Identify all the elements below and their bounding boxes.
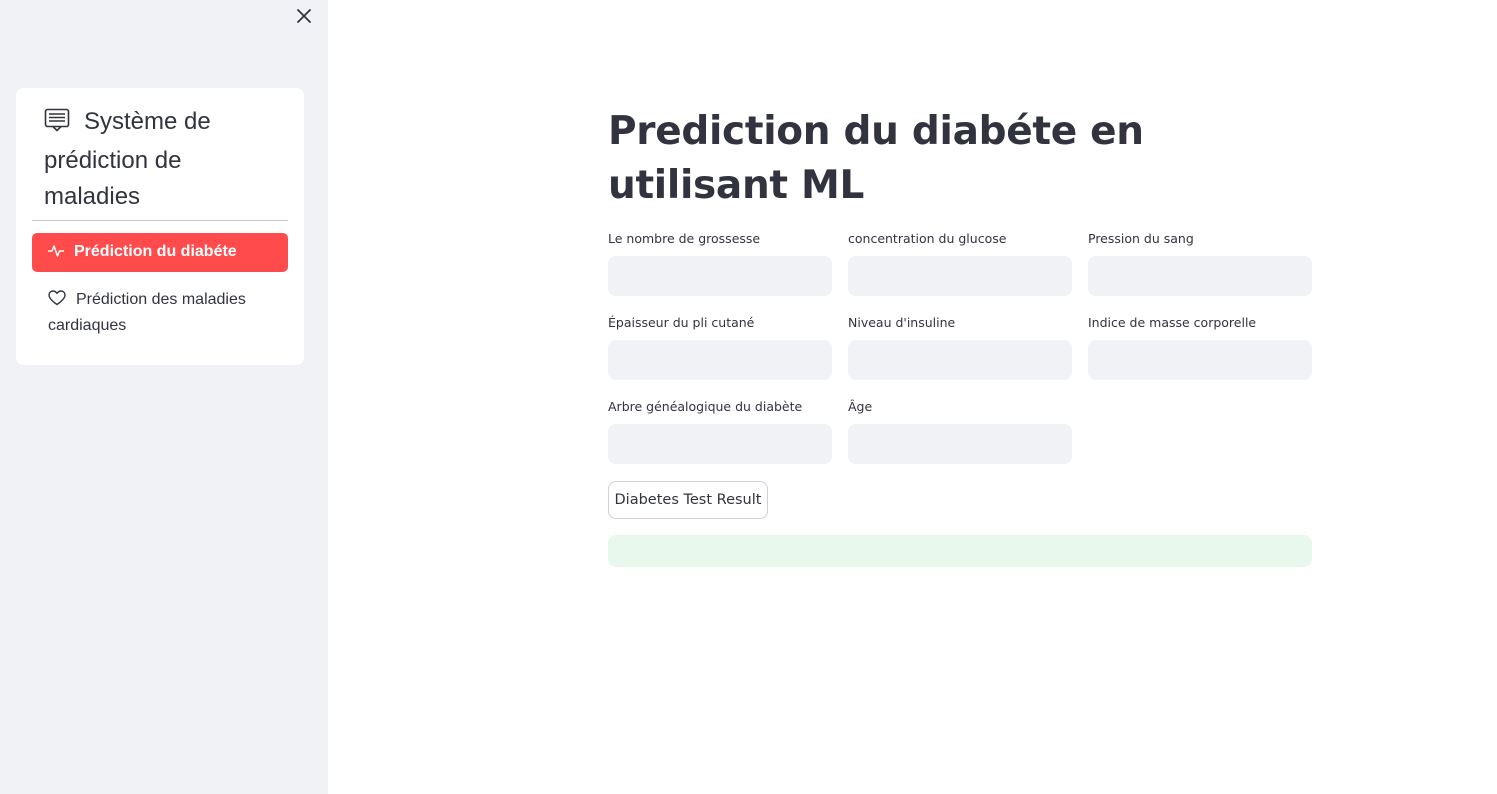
- sidebar: Système de prédiction de maladies Prédic…: [0, 0, 328, 794]
- glucose-input[interactable]: [848, 256, 1072, 296]
- option-menu: Système de prédiction de maladies Prédic…: [16, 88, 304, 365]
- nav-item-label: Prédiction du diabéte: [74, 243, 237, 260]
- field-blood-pressure: Pression du sang: [1088, 231, 1312, 296]
- field-age: Âge: [848, 399, 1072, 464]
- field-skin-thickness: Épaisseur du pli cutané: [608, 315, 832, 380]
- field-diabetes-pedigree: Arbre généalogique du diabète: [608, 399, 832, 464]
- field-label: Le nombre de grossesse: [608, 231, 761, 246]
- activity-pulse-icon: [47, 242, 65, 266]
- skin-thickness-input[interactable]: [608, 340, 832, 380]
- diabetes-pedigree-input[interactable]: [608, 424, 832, 464]
- field-glucose: concentration du glucose: [848, 231, 1072, 296]
- close-sidebar-button[interactable]: [293, 5, 315, 27]
- field-pregnancies: Le nombre de grossesse: [608, 231, 832, 296]
- success-result-box: [608, 535, 1312, 567]
- nav-item-label: Prédiction des maladies cardiaques: [48, 291, 246, 334]
- field-insulin: Niveau d'insuline: [848, 315, 1072, 380]
- bmi-input[interactable]: [1088, 340, 1312, 380]
- field-label: concentration du glucose: [848, 231, 1007, 246]
- field-label: Âge: [848, 399, 873, 414]
- document-lines-icon: [44, 107, 70, 143]
- field-label: Pression du sang: [1088, 231, 1194, 246]
- diabetes-test-result-button[interactable]: Diabetes Test Result: [608, 481, 768, 519]
- heart-icon: [48, 290, 66, 314]
- page-title: Prediction du diabéte en utilisant ML: [608, 109, 1144, 208]
- menu-title: Système de prédiction de maladies: [44, 104, 284, 215]
- nav-item-heart-disease[interactable]: Prédiction des maladies cardiaques: [32, 288, 288, 338]
- field-label: Niveau d'insuline: [848, 315, 956, 330]
- field-label: Indice de masse corporelle: [1088, 315, 1257, 330]
- pregnancies-input[interactable]: [608, 256, 832, 296]
- nav-item-diabetes[interactable]: Prédiction du diabéte: [32, 233, 288, 272]
- field-label: Épaisseur du pli cutané: [608, 315, 755, 330]
- field-label: Arbre généalogique du diabète: [608, 399, 803, 414]
- field-bmi: Indice de masse corporelle: [1088, 315, 1312, 380]
- blood-pressure-input[interactable]: [1088, 256, 1312, 296]
- menu-divider: [32, 220, 288, 221]
- insulin-input[interactable]: [848, 340, 1072, 380]
- age-input[interactable]: [848, 424, 1072, 464]
- close-icon: [297, 9, 311, 23]
